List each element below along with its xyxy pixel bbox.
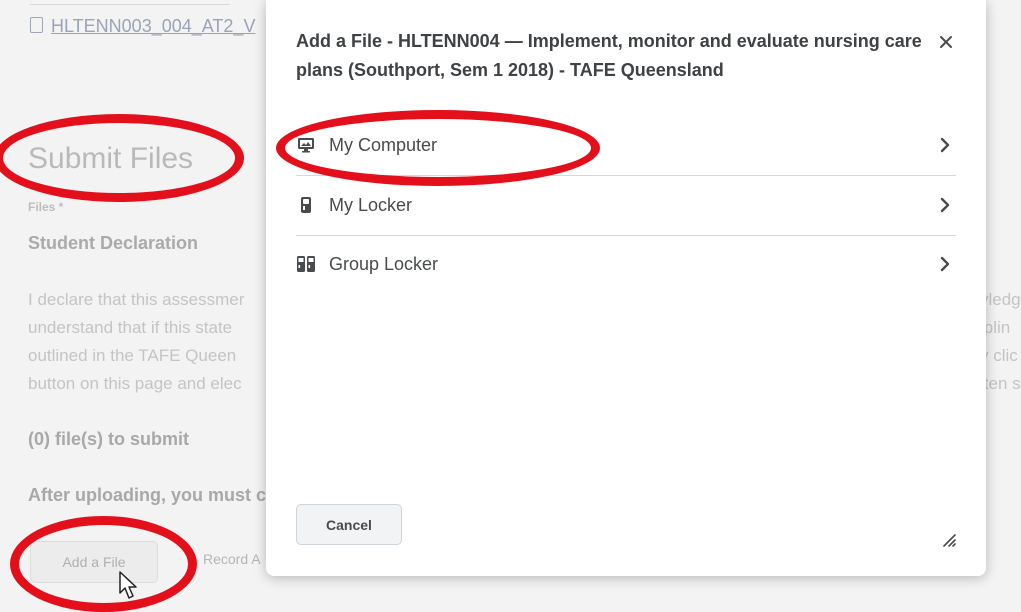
attachment-link-text: HLTENN003_004_AT2_V [51, 16, 256, 36]
option-my-computer[interactable]: My Computer [296, 116, 956, 174]
chevron-right-icon [940, 256, 950, 272]
declaration-heading: Student Declaration [28, 233, 199, 253]
locker-icon [296, 195, 316, 215]
document-icon [30, 17, 43, 33]
option-label: My Locker [329, 194, 413, 215]
add-file-dialog: Add a File - HLTENN004 — Implement, moni… [266, 0, 986, 576]
section-title: Submit Files [28, 142, 194, 175]
resize-handle-icon[interactable] [942, 533, 956, 547]
after-uploading-text: After uploading, you must c [28, 485, 267, 505]
close-button[interactable] [932, 28, 960, 56]
option-group-locker[interactable]: Group Locker [296, 235, 956, 293]
option-label: My Computer [329, 134, 438, 155]
chevron-right-icon [940, 137, 950, 153]
file-count: (0) file(s) to submit [28, 429, 189, 449]
dialog-title: Add a File - HLTENN004 — Implement, moni… [296, 31, 922, 80]
option-my-locker[interactable]: My Locker [296, 176, 956, 234]
close-icon [940, 36, 952, 48]
mouse-pointer-icon [119, 571, 137, 599]
chevron-right-icon [940, 197, 950, 213]
record-audio-button[interactable]: Record A [203, 551, 261, 567]
attachment-link[interactable]: HLTENN003_004_AT2_V [30, 16, 255, 37]
files-label: Files * [28, 200, 64, 214]
cancel-button[interactable]: Cancel [296, 504, 402, 545]
option-label: Group Locker [329, 253, 439, 274]
previous-link-fragment [30, 0, 230, 5]
monitor-icon [296, 135, 316, 155]
group-locker-icon [296, 254, 316, 274]
